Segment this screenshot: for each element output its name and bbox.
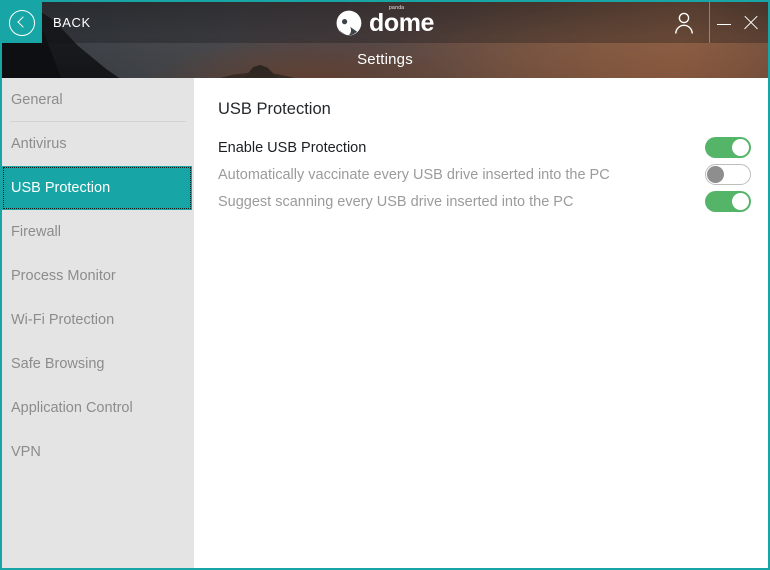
sidebar-item-firewall[interactable]: Firewall: [2, 210, 194, 254]
toggle-enable-usb-protection[interactable]: [705, 137, 751, 158]
app-window: BACK panda dome: [0, 0, 770, 570]
sidebar-item-usb-protection[interactable]: USB Protection: [2, 166, 192, 210]
settings-row-list: Enable USB Protection Automatically vacc…: [194, 134, 768, 215]
toggle-knob: [707, 166, 724, 183]
toggle-auto-vaccinate[interactable]: [705, 164, 751, 185]
toggle-suggest-scanning[interactable]: [705, 191, 751, 212]
sidebar-item-vpn[interactable]: VPN: [2, 430, 194, 474]
sidebar-item-label: USB Protection: [11, 180, 110, 196]
sidebar-item-label: Process Monitor: [11, 268, 116, 284]
sidebar-item-general[interactable]: General: [2, 78, 194, 122]
window-controls-separator: [709, 2, 710, 43]
setting-row-suggest-scanning: Suggest scanning every USB drive inserte…: [194, 188, 768, 215]
back-button-label: BACK: [53, 15, 91, 30]
body-area: General Antivirus USB Protection Firewal…: [2, 78, 768, 568]
user-account-button[interactable]: [671, 11, 697, 35]
settings-sidebar: General Antivirus USB Protection Firewal…: [2, 78, 194, 568]
toggle-knob: [732, 139, 749, 156]
setting-row-enable-usb-protection: Enable USB Protection: [194, 134, 768, 161]
sidebar-item-label: Antivirus: [11, 136, 67, 152]
sidebar-item-label: VPN: [11, 444, 41, 460]
setting-row-auto-vaccinate: Automatically vaccinate every USB drive …: [194, 161, 768, 188]
back-button[interactable]: [2, 2, 42, 43]
minimize-button[interactable]: [714, 13, 734, 33]
close-button[interactable]: [741, 13, 761, 33]
sidebar-item-process-monitor[interactable]: Process Monitor: [2, 254, 194, 298]
page-header-title: Settings: [2, 51, 768, 68]
sidebar-item-application-control[interactable]: Application Control: [2, 386, 194, 430]
title-bar: [2, 2, 768, 43]
toggle-knob: [732, 193, 749, 210]
settings-content-panel: USB Protection Enable USB Protection Aut…: [194, 78, 768, 568]
setting-label: Suggest scanning every USB drive inserte…: [218, 194, 573, 210]
page-title: USB Protection: [218, 100, 331, 119]
setting-label: Enable USB Protection: [218, 140, 366, 156]
sidebar-item-label: Firewall: [11, 224, 61, 240]
sidebar-item-wifi-protection[interactable]: Wi-Fi Protection: [2, 298, 194, 342]
sidebar-item-label: Safe Browsing: [11, 356, 105, 372]
sidebar-item-antivirus[interactable]: Antivirus: [2, 122, 194, 166]
window-header: BACK panda dome: [2, 2, 768, 78]
sidebar-item-label: Application Control: [11, 400, 133, 416]
setting-label: Automatically vaccinate every USB drive …: [218, 167, 610, 183]
sidebar-item-safe-browsing[interactable]: Safe Browsing: [2, 342, 194, 386]
chevron-left-icon: [9, 10, 35, 36]
sidebar-item-label: Wi-Fi Protection: [11, 312, 114, 328]
sidebar-item-label: General: [11, 92, 63, 108]
